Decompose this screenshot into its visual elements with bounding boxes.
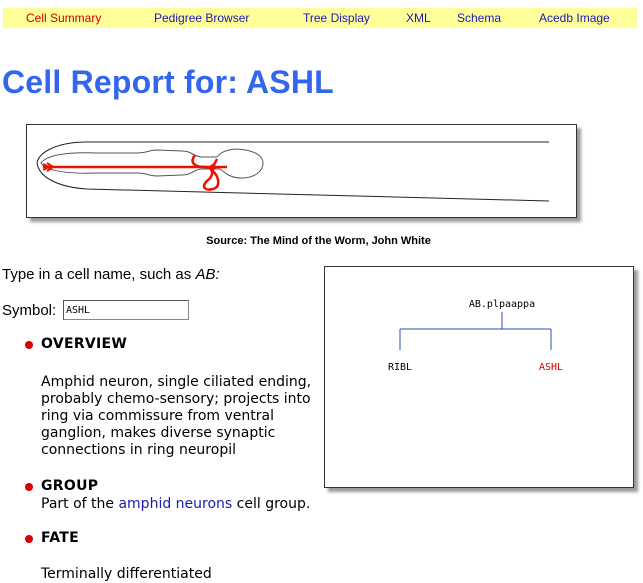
lineage-tree-panel: AB.plpaappa RIBL ASHL [324,266,634,488]
overview-text: Amphid neuron, single ciliated ending, p… [41,374,311,459]
group-prefix: Part of the [41,496,119,512]
page-title: Cell Report for: ASHL [2,64,334,100]
nav-bar: Cell Summary Pedigree Browser Tree Displ… [3,8,637,28]
search-prompt-example: AB: [195,266,220,283]
tree-right-child-label[interactable]: ASHL [539,362,563,373]
symbol-label: Symbol: [2,302,57,319]
search-prompt-text: Type in a cell name, such as [2,266,196,283]
nav-tree-display[interactable]: Tree Display [303,11,370,25]
overview-line: ring via commissure from ventral [41,408,274,424]
nav-xml[interactable]: XML [406,11,431,25]
group-suffix: cell group. [232,496,311,512]
group-bullet [25,483,33,491]
lineage-tree: AB.plpaappa RIBL ASHL [388,299,563,373]
overview-line: connections in ring neuropil [41,442,236,458]
group-heading: GROUP [41,478,99,494]
group-text: Part of the amphid neurons cell group. [41,496,310,513]
tree-root-label[interactable]: AB.plpaappa [469,299,535,310]
fate-bullet [25,535,33,543]
worm-diagram [36,141,550,202]
amphid-neurons-link[interactable]: amphid neurons [118,496,232,512]
nav-pedigree-browser[interactable]: Pedigree Browser [154,11,249,25]
overview-line: ganglion, makes diverse synaptic [41,425,276,441]
overview-line: Amphid neuron, single ciliated ending, [41,374,312,390]
overview-bullet [25,341,33,349]
overview-line: probably chemo-sensory; projects into [41,391,311,407]
fate-text: Terminally differentiated [41,566,212,582]
worm-anatomy-image [26,124,577,218]
search-prompt: Type in a cell name, such as AB: [2,266,220,283]
fate-heading: FATE [41,530,80,546]
tree-left-child-label[interactable]: RIBL [388,362,412,373]
image-caption: Source: The Mind of the Worm, John White [206,235,431,247]
nav-acedb-image[interactable]: Acedb Image [539,11,610,25]
overview-heading: OVERVIEW [41,336,128,352]
nav-cell-summary[interactable]: Cell Summary [26,11,101,25]
nav-schema[interactable]: Schema [457,11,501,25]
symbol-input[interactable] [63,300,189,320]
